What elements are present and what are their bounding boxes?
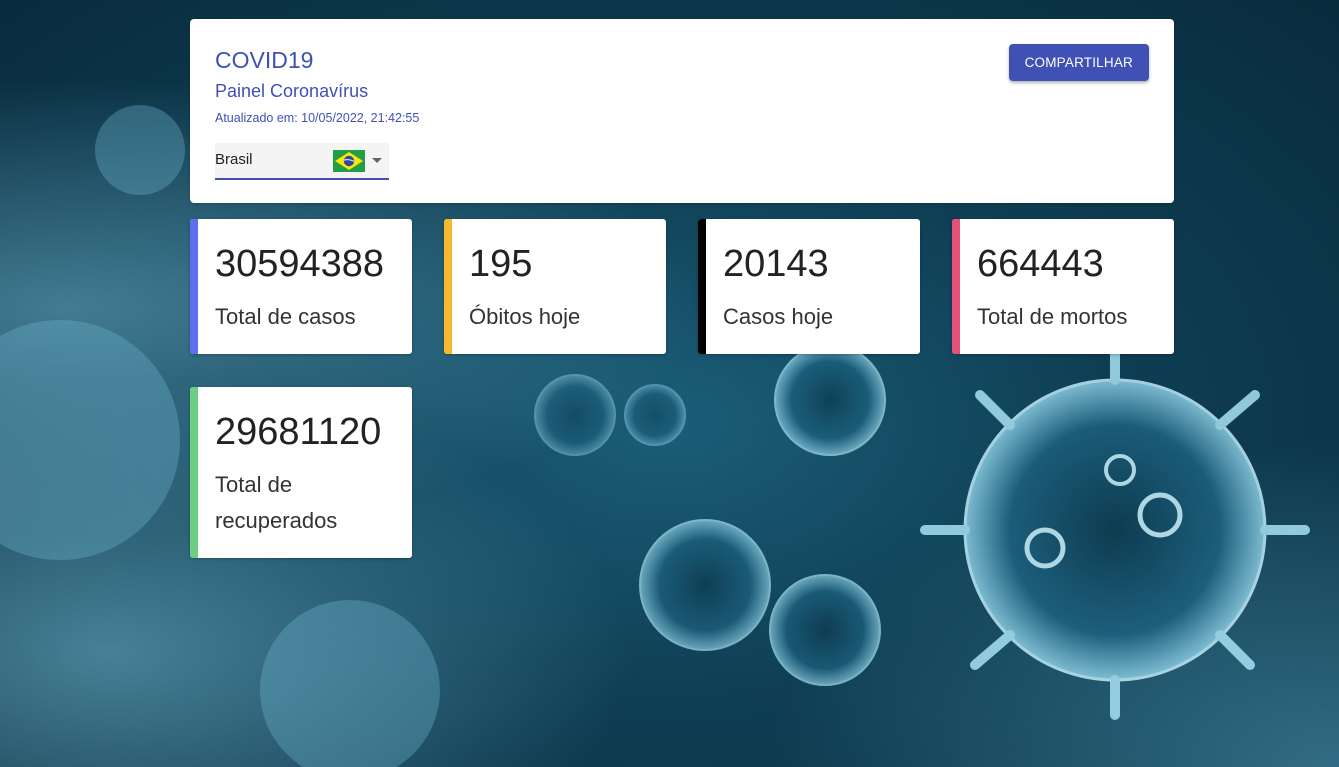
stat-value: 195 bbox=[469, 243, 533, 285]
updated-timestamp: Atualizado em: 10/05/2022, 21:42:55 bbox=[215, 111, 420, 125]
stat-label: Casos hoje bbox=[723, 304, 834, 329]
accent-bar bbox=[190, 219, 198, 354]
page-title: COVID19 bbox=[215, 47, 314, 73]
page-subtitle: Painel Coronavírus bbox=[215, 81, 369, 101]
stat-label: Óbitos hoje bbox=[469, 304, 581, 329]
stat-value: 664443 bbox=[977, 243, 1104, 285]
stat-label: Total de recuperados bbox=[215, 472, 338, 533]
dashboard: COVID19 Painel Coronavírus Atualizado em… bbox=[190, 19, 1174, 558]
country-select-value: Brasil bbox=[215, 151, 253, 168]
stat-label: Total de mortos bbox=[977, 304, 1128, 329]
stat-card-total-deaths: 664443 Total de mortos bbox=[952, 219, 1174, 354]
stat-card-cases-today: 20143 Casos hoje bbox=[698, 219, 920, 354]
header-card: COVID19 Painel Coronavírus Atualizado em… bbox=[190, 19, 1174, 203]
share-button[interactable]: COMPARTILHAR bbox=[1008, 44, 1149, 81]
virus-medium bbox=[534, 344, 886, 686]
accent-bar bbox=[952, 219, 960, 354]
stat-card-total-cases: 30594388 Total de casos bbox=[190, 219, 412, 354]
brazil-flag-icon bbox=[333, 150, 365, 172]
stat-value: 20143 bbox=[723, 243, 829, 285]
stat-card-deaths-today: 195 Óbitos hoje bbox=[444, 219, 666, 354]
chevron-down-icon bbox=[372, 158, 382, 163]
stat-card-total-recovered: 29681120 Total de recuperados bbox=[190, 387, 412, 558]
country-select[interactable]: Brasil bbox=[215, 143, 389, 180]
stat-label: Total de casos bbox=[215, 304, 356, 329]
stat-value: 30594388 bbox=[215, 243, 385, 285]
virus-large bbox=[920, 335, 1310, 720]
accent-bar bbox=[698, 219, 706, 354]
accent-bar bbox=[190, 387, 198, 558]
accent-bar bbox=[444, 219, 452, 354]
stat-value: 29681120 bbox=[215, 411, 382, 453]
